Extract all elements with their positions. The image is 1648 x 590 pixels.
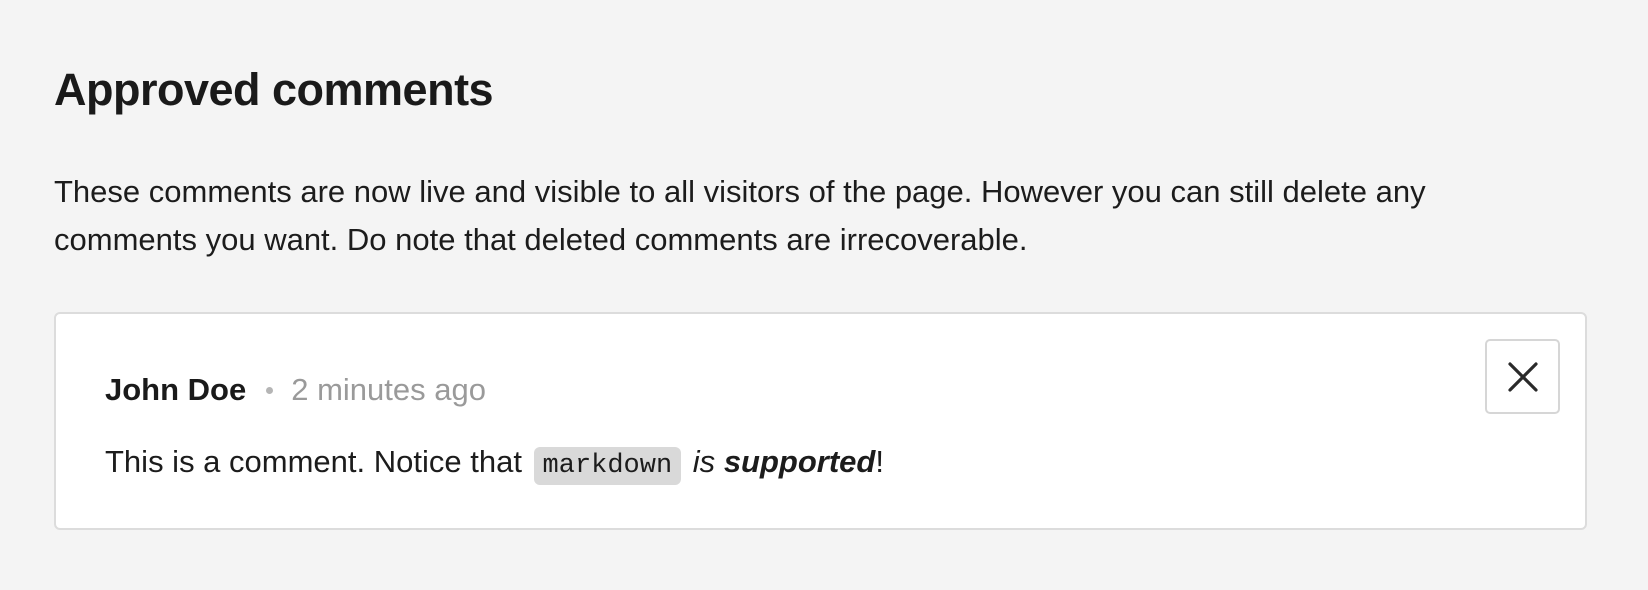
comment-text	[684, 444, 693, 479]
comment-timestamp: 2 minutes ago	[291, 372, 486, 407]
inline-code: markdown	[533, 447, 682, 485]
delete-comment-button[interactable]	[1485, 339, 1560, 414]
italic-text: is	[692, 444, 716, 479]
comment-meta: John Doe 2 minutes ago	[105, 366, 486, 414]
separator-dot	[266, 386, 274, 394]
comment-card: John Doe 2 minutes ago This is a comment…	[54, 312, 1587, 530]
close-icon	[1507, 361, 1539, 393]
comment-text: This is a comment. Notice that	[105, 444, 531, 479]
page-title: Approved comments	[54, 64, 494, 115]
comment-text: !	[875, 444, 884, 479]
comment-text	[715, 444, 724, 479]
bold-italic-text: supported	[723, 444, 876, 479]
comment-author: John Doe	[105, 372, 247, 407]
comment-body: This is a comment. Notice that markdown …	[105, 438, 884, 490]
page-description: These comments are now live and visible …	[54, 174, 1426, 257]
